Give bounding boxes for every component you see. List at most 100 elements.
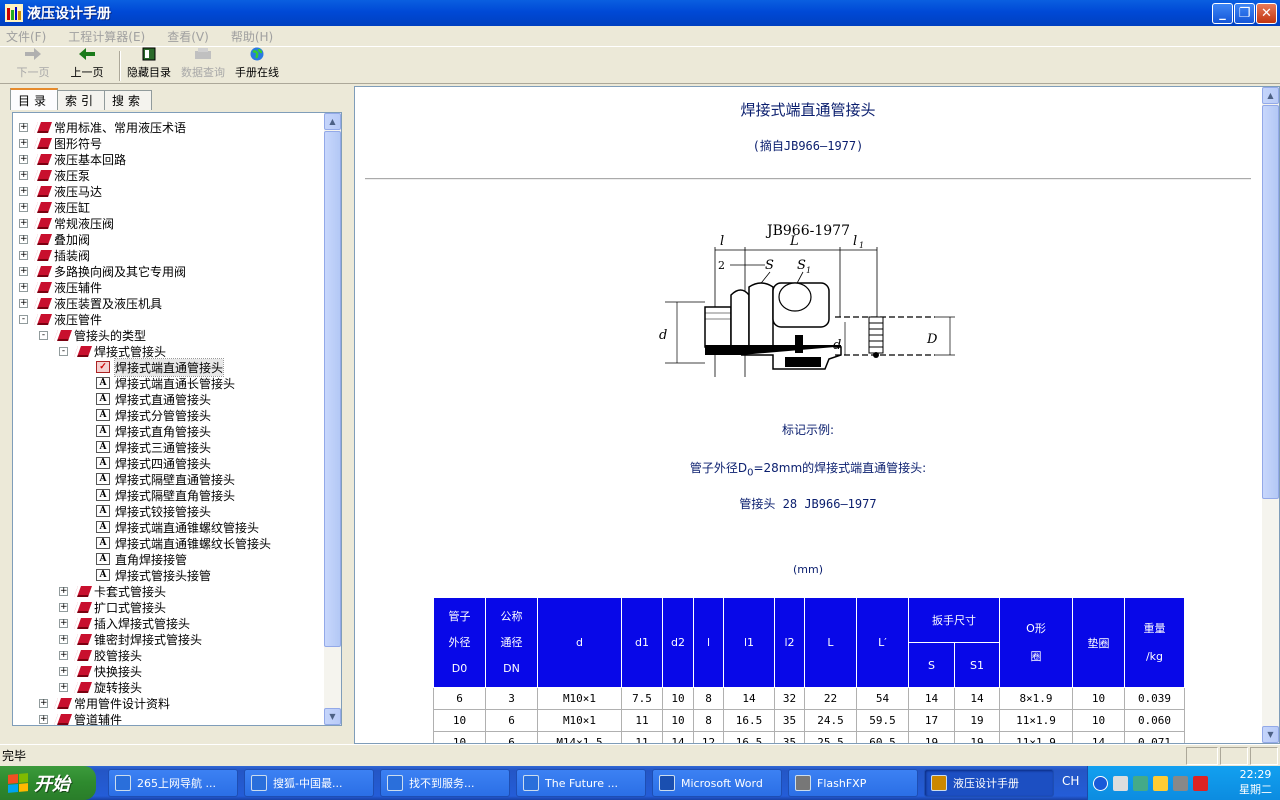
tree-item[interactable]: + 胶管接头 — [19, 647, 321, 663]
scroll-down-button[interactable]: ▼ — [1262, 726, 1279, 743]
scroll-thumb[interactable] — [1262, 105, 1279, 499]
tree-item[interactable]: A 焊接式三通管接头 — [19, 439, 321, 455]
tree-item[interactable]: + 扩口式管接头 — [19, 599, 321, 615]
menu-calculator[interactable]: 工程计算器(E) — [66, 27, 147, 46]
next-page-button[interactable]: 下一页 — [8, 47, 58, 83]
tree-item[interactable]: + 液压缸 — [19, 199, 321, 215]
tree-item[interactable]: + 叠加阀 — [19, 231, 321, 247]
taskbar-item[interactable]: 液压设计手册 — [924, 769, 1054, 797]
tree-item[interactable]: A 直角焊接接管 — [19, 551, 321, 567]
expand-icon[interactable]: + — [19, 186, 28, 196]
tree-item[interactable]: A 焊接式分管管接头 — [19, 407, 321, 423]
restore-button[interactable]: ❐ — [1234, 3, 1255, 24]
menu-help[interactable]: 帮助(H) — [229, 27, 275, 46]
tree-item[interactable]: + 液压辅件 — [19, 279, 321, 295]
network-icon[interactable] — [1113, 775, 1128, 791]
menu-view[interactable]: 查看(V) — [165, 27, 211, 46]
tree-item[interactable]: + 常用标准、常用液压术语 — [19, 119, 321, 135]
tree-item[interactable]: + 插装阀 — [19, 247, 321, 263]
collapse-icon[interactable]: - — [39, 330, 48, 340]
expand-icon[interactable]: + — [59, 650, 68, 660]
taskbar-item[interactable]: 找不到服务... — [380, 769, 510, 797]
expand-icon[interactable]: + — [59, 634, 68, 644]
expand-icon[interactable]: + — [59, 602, 68, 612]
tab-search[interactable]: 搜索 — [104, 90, 153, 110]
collapse-icon[interactable]: - — [19, 314, 28, 324]
tree-item[interactable]: + 常规液压阀 — [19, 215, 321, 231]
expand-icon[interactable]: + — [19, 154, 28, 164]
tree-item[interactable]: A 焊接式端直通长管接头 — [19, 375, 321, 391]
tree-item[interactable]: A 焊接式端直通锥螺纹管接头 — [19, 519, 321, 535]
hide-toc-button[interactable]: 隐藏目录 — [124, 47, 174, 83]
taskbar-item[interactable]: 265上网导航 ... — [108, 769, 238, 797]
data-query-button[interactable]: 数据查询 — [178, 47, 228, 83]
tree-item[interactable]: + 插入焊接式管接头 — [19, 615, 321, 631]
tray-chevron-icon[interactable] — [1093, 775, 1108, 791]
start-button[interactable]: 开始 — [0, 766, 96, 800]
expand-icon[interactable]: + — [59, 666, 68, 676]
tree-item[interactable]: + 液压泵 — [19, 167, 321, 183]
language-indicator[interactable]: CH — [1062, 774, 1079, 788]
tree-item[interactable]: A 焊接式管接头接管 — [19, 567, 321, 583]
tree-item[interactable]: + 快换接头 — [19, 663, 321, 679]
taskbar-item[interactable]: The Future ... — [516, 769, 646, 797]
taskbar-item[interactable]: 搜狐-中国最... — [244, 769, 374, 797]
tray-app-icon[interactable] — [1133, 775, 1148, 791]
clock[interactable]: 22:29 星期二 — [1239, 767, 1272, 797]
tree-item[interactable]: - 焊接式管接头 — [19, 343, 321, 359]
tree-item[interactable]: A 焊接式隔壁直角管接头 — [19, 487, 321, 503]
tree-item[interactable]: ✓ 焊接式端直通管接头 — [19, 357, 321, 377]
expand-icon[interactable]: + — [39, 698, 48, 708]
expand-icon[interactable]: + — [19, 170, 28, 180]
taskbar-item[interactable]: Microsoft Word — [652, 769, 782, 797]
tree-item[interactable]: - 管接头的类型 — [19, 327, 321, 343]
expand-icon[interactable]: + — [19, 122, 28, 132]
tab-index[interactable]: 索引 — [57, 90, 106, 110]
tree-item[interactable]: A 焊接式端直通锥螺纹长管接头 — [19, 535, 321, 551]
tree-item[interactable]: + 管道辅件 — [19, 711, 321, 725]
tree-item[interactable]: + 液压基本回路 — [19, 151, 321, 167]
expand-icon[interactable]: + — [19, 282, 28, 292]
menu-file[interactable]: 文件(F) — [4, 27, 48, 46]
tree-item[interactable]: + 液压马达 — [19, 183, 321, 199]
tree-item[interactable]: + 锥密封焊接式管接头 — [19, 631, 321, 647]
warning-icon[interactable] — [1153, 775, 1168, 791]
tree-item[interactable]: A 焊接式四通管接头 — [19, 455, 321, 471]
tree-item[interactable]: A 焊接式隔壁直通管接头 — [19, 471, 321, 487]
collapse-icon[interactable]: - — [59, 346, 68, 356]
expand-icon[interactable]: + — [59, 682, 68, 692]
expand-icon[interactable]: + — [19, 298, 28, 308]
scroll-up-button[interactable]: ▲ — [324, 113, 341, 130]
expand-icon[interactable]: + — [19, 234, 28, 244]
expand-icon[interactable]: + — [59, 586, 68, 596]
expand-icon[interactable]: + — [19, 218, 28, 228]
taskbar-item[interactable]: FlashFXP — [788, 769, 918, 797]
content-scrollbar[interactable]: ▲ ▼ — [1262, 87, 1279, 743]
close-button[interactable]: ✕ — [1256, 3, 1277, 24]
prev-page-button[interactable]: 上一页 — [62, 47, 112, 83]
tray-app-icon[interactable] — [1173, 775, 1188, 791]
expand-icon[interactable]: + — [19, 266, 28, 276]
scroll-thumb[interactable] — [324, 131, 341, 647]
tree-item[interactable]: + 旋转接头 — [19, 679, 321, 695]
expand-icon[interactable]: + — [19, 250, 28, 260]
expand-icon[interactable]: + — [59, 618, 68, 628]
tab-contents[interactable]: 目录 — [10, 88, 59, 110]
expand-icon[interactable]: + — [19, 202, 28, 212]
tree-scrollbar[interactable]: ▲ ▼ — [324, 113, 341, 725]
tree-item[interactable]: + 液压装置及液压机具 — [19, 295, 321, 311]
scroll-down-button[interactable]: ▼ — [324, 708, 341, 725]
tree-item[interactable]: A 焊接式直通管接头 — [19, 391, 321, 407]
tree-item[interactable]: - 液压管件 — [19, 311, 321, 327]
scroll-up-button[interactable]: ▲ — [1262, 87, 1279, 104]
expand-icon[interactable]: + — [39, 714, 48, 724]
expand-icon[interactable]: + — [19, 138, 28, 148]
tree-item[interactable]: + 卡套式管接头 — [19, 583, 321, 599]
online-manual-button[interactable]: 手册在线 — [232, 47, 282, 83]
tree-item[interactable]: + 图形符号 — [19, 135, 321, 151]
tree-item[interactable]: + 多路换向阀及其它专用阀 — [19, 263, 321, 279]
minimize-button[interactable]: _ — [1212, 3, 1233, 24]
tree-item[interactable]: A 焊接式铰接管接头 — [19, 503, 321, 519]
tree-item[interactable]: A 焊接式直角管接头 — [19, 423, 321, 439]
antivirus-icon[interactable] — [1193, 775, 1208, 791]
